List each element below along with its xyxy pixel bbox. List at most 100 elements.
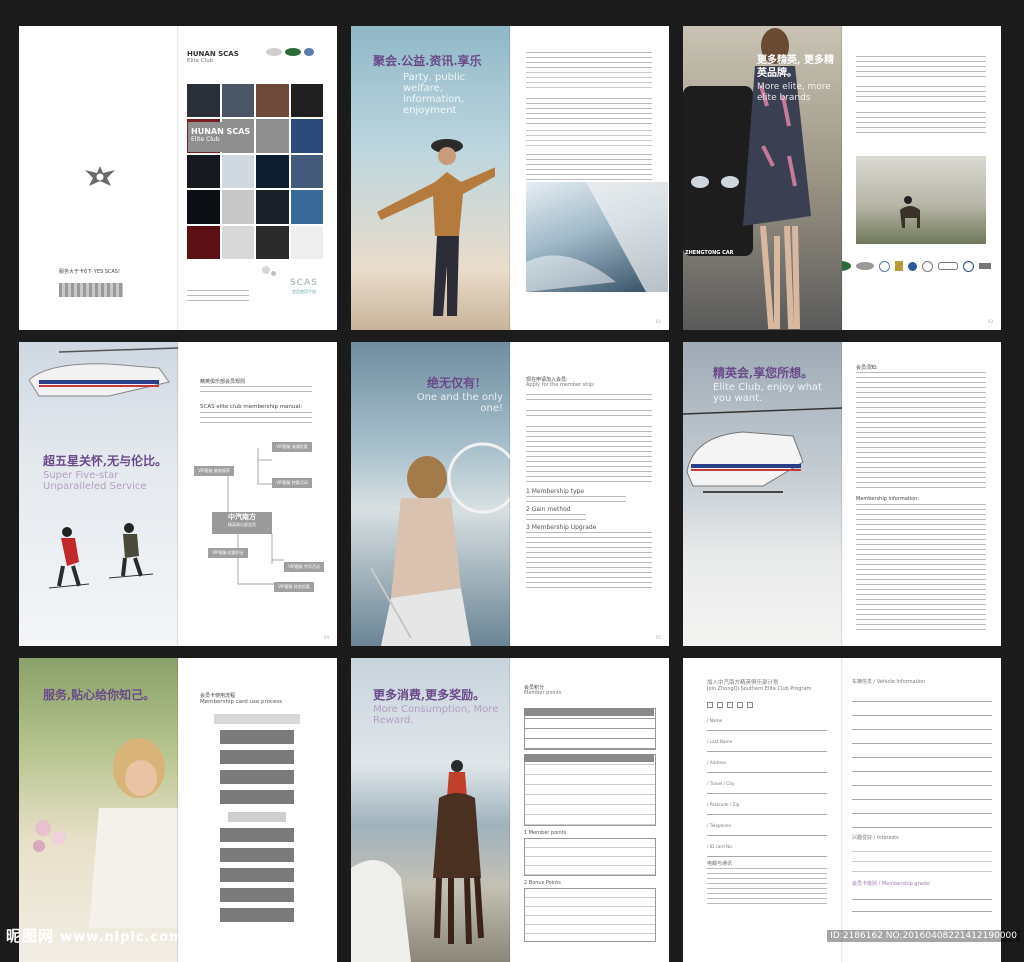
vehicle-heading: 车辆信息 / Vehicle Information [852, 679, 926, 685]
tile-subtitle: Elite Club [191, 136, 220, 143]
brand-title: HUNAN SCAS [187, 50, 239, 58]
heading-zh: 精英俱乐部会员规则 [200, 379, 246, 385]
points-table-3 [524, 838, 656, 876]
grade-heading: 会员卡级别 / Membership grade: [852, 881, 931, 887]
brand-logos [266, 48, 314, 56]
flow-node-6: VIP客服 其他优惠 [274, 582, 314, 592]
heading-en: Membership information: [856, 496, 920, 502]
process-step-3 [220, 770, 294, 784]
woman-figure-icon [377, 139, 495, 316]
contact-heading: 电邮与通讯 [707, 861, 733, 867]
interests-heading: 兴趣爱好 / Interests [852, 835, 899, 841]
heading-zh: 会员须知: [856, 365, 878, 371]
field-postcode[interactable]: / Postcode / Zip [707, 802, 827, 815]
title-zh: 更多精英, 更多精英品牌。 [757, 55, 834, 79]
process-step-6 [220, 848, 294, 862]
spread-one-and-only: 绝无仅有! One and the only one! 现在申请加入会员: Ap… [351, 342, 669, 646]
photo-skiers: 超五星关怀,无与伦比。 Super Five-star Unparalleled… [19, 342, 178, 646]
heading-en: Apply for the member ship: [526, 382, 595, 388]
porsche-logo-icon [895, 261, 903, 271]
dealer-name: ZHENGTONG CAR [685, 250, 734, 256]
woman-laughing-icon [89, 738, 178, 928]
center-node-title: 中汽南方 [228, 513, 256, 521]
application-form-right: 车辆信息 / Vehicle Information 兴趣爱好 / Intere… [842, 658, 1001, 962]
brand-logo-row [842, 256, 1001, 276]
cover-fine-print [187, 290, 249, 302]
land-rover-logo-icon [842, 261, 851, 271]
audi-logo-icon [938, 262, 958, 270]
membership-info-page: 会员须知: Membership information: [842, 342, 1001, 646]
bonus-points-label: 2 Bonus Points [524, 880, 561, 886]
photo-woman-yacht: 绝无仅有! One and the only one! [351, 342, 510, 646]
photo-girl-sky: 聚会.公益.资讯.享乐 Party, public welfare, infor… [351, 26, 510, 330]
field-id-card[interactable]: / ID card No. [707, 844, 827, 857]
field-last-name[interactable]: / Last Name [707, 739, 827, 752]
form-heading-zh: 加入中汽南方精英俱乐部计划 [707, 680, 779, 686]
spread-cover: 服务大于卡6下 YES SCAS! HUNAN SCAS Elite Club … [19, 26, 337, 330]
center-node-subtitle: 精英俱乐部会员 [228, 522, 256, 527]
field-telephone[interactable]: / Telephone [707, 823, 827, 836]
vw-logo-icon [963, 260, 974, 272]
front-cover: HUNAN SCAS Elite Club HUNAN SCAS Elite C… [178, 26, 337, 330]
photo-sailing [526, 182, 668, 292]
watermark-url: www.nipic.com [60, 930, 184, 945]
process-step-5 [220, 828, 294, 842]
process-step-8 [220, 888, 294, 902]
photo-horse-field [856, 156, 986, 244]
party-text-page: 02 [510, 26, 669, 330]
spread-elite-brands: 更多精英, 更多精英品牌。 More elite, more elite bra… [683, 26, 1001, 330]
photo-woman-laughing: 服务,贴心给你知己。 [19, 658, 178, 962]
vehicle-fields[interactable] [852, 688, 992, 828]
grade-fields[interactable] [852, 888, 992, 912]
process-step-4 [220, 790, 294, 804]
spread-party: 聚会.公益.资讯.享乐 Party, public welfare, infor… [351, 26, 669, 330]
interest-checkboxes[interactable] [852, 842, 992, 872]
heading-zh: 会员卡使用流程 [200, 693, 236, 699]
helicopter-snow-icon [683, 407, 842, 493]
spread-more-reward: 更多消费,更多奖励。 More Consumption, More Reward… [351, 658, 669, 962]
points-table-4 [524, 888, 656, 942]
back-cover: 服务大于卡6下 YES SCAS! [19, 26, 178, 330]
title-en: Party, public welfare, information, enjo… [403, 72, 466, 116]
member-points-label: 1 Member points [524, 830, 567, 836]
mercedes-logo-icon [922, 260, 933, 272]
process-step-7 [220, 868, 294, 882]
skiers-icon [49, 523, 154, 589]
spread-service: 服务,贴心给你知己。 会员卡使用流程 Membership card use p… [19, 658, 337, 962]
points-table-2 [524, 754, 656, 826]
field-city[interactable]: / Travel / City [707, 781, 827, 794]
bmw-logo-icon [908, 261, 917, 271]
title-zh: 超五星关怀,无与伦比。 [43, 454, 168, 468]
title-checkboxes[interactable] [707, 702, 827, 708]
photo-woman-car: 更多精英, 更多精英品牌。 More elite, more elite bra… [683, 26, 842, 330]
flower-icon [33, 820, 66, 852]
photo-helicopter-snow: 精英会,享您所想。 Elite Club, enjoy what you wan… [683, 342, 842, 646]
white-horse-icon [351, 860, 411, 962]
membership-manual-page: 精英俱乐部会员规则 SCAS elite club membership man… [178, 342, 337, 646]
elite-text-page: 03 [842, 26, 1001, 330]
helicopter-icon [28, 347, 178, 397]
title-zh: 绝无仅有! [427, 376, 481, 390]
watermark-site-name: 昵图网 [6, 927, 55, 945]
flow-node-1: VIP客服 流通优惠 [272, 442, 312, 452]
field-name[interactable]: / Name [707, 718, 827, 731]
title-en: More elite, more elite brands [757, 82, 831, 103]
watermark-id: ID:2186162 NO:20160408221412190000 [827, 930, 1020, 942]
process-step-1 [220, 730, 294, 744]
center-node: 中汽南方 精英俱乐部会员 [212, 512, 272, 528]
photo-horse-beach: 更多消费,更多奖励。 More Consumption, More Reward… [351, 658, 510, 962]
club-emblem-icon [85, 166, 115, 186]
apply-membership-page: 现在申请加入会员: Apply for the member ship: 1 M… [526, 377, 661, 640]
spread-five-star: 超五星关怀,无与伦比。 Super Five-star Unparalleled… [19, 342, 337, 646]
title-zh: 精英会,享您所想。 [713, 366, 814, 380]
title-zh: 更多消费,更多奖励。 [373, 688, 486, 702]
title-zh: 服务,贴心给你知己。 [43, 688, 156, 702]
field-address[interactable]: / Address [707, 760, 827, 773]
slogan: 服务大于卡6下 YES SCAS! [59, 269, 121, 275]
spread-elite-club: 精英会,享您所想。 Elite Club, enjoy what you wan… [683, 342, 1001, 646]
membership-upgrade-label: 3 Membership Upgrade [526, 524, 597, 531]
form-heading-en: Join ZhongQi Southern Elite Club Program [707, 686, 812, 692]
card-use-process-page: 会员卡使用流程 Membership card use process [178, 658, 337, 962]
form-fields[interactable]: / Name / Last Name / Address / Travel / … [707, 718, 827, 865]
gain-method-label: 2 Gain method [526, 506, 571, 513]
